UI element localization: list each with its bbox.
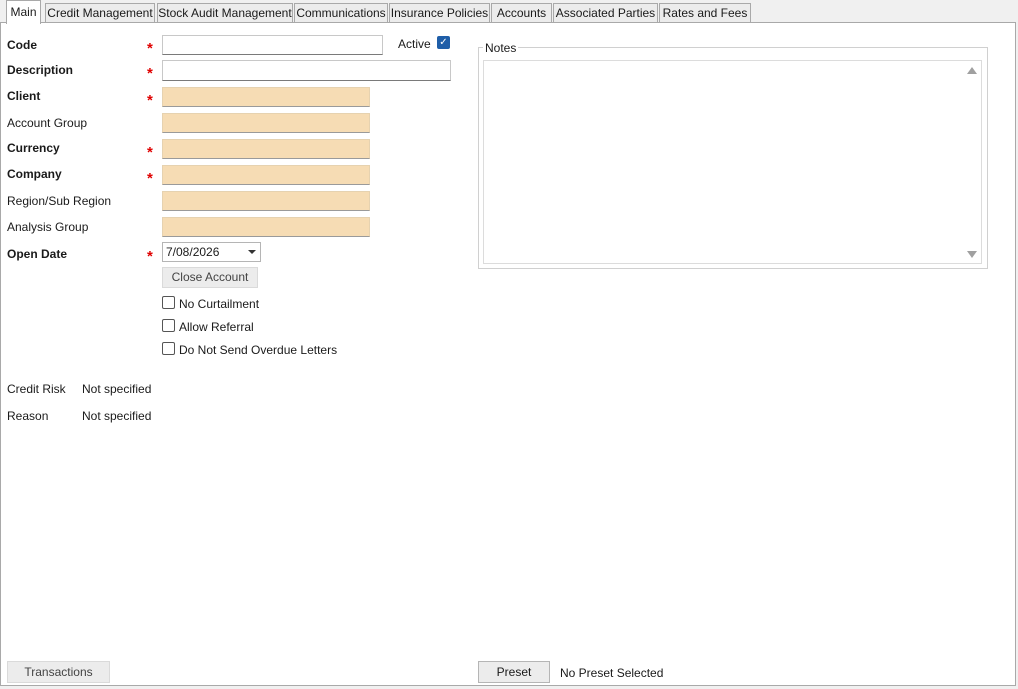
notes-label: Notes — [483, 41, 519, 55]
tab-credit-management[interactable]: Credit Management — [45, 3, 155, 23]
company-lookup[interactable] — [162, 165, 370, 185]
active-label: Active — [398, 37, 431, 51]
open-date-picker[interactable]: 7/08/2026 — [162, 242, 261, 262]
tab-communications[interactable]: Communications — [294, 3, 388, 23]
description-required-marker: * — [147, 65, 153, 82]
open-date-required-marker: * — [147, 248, 153, 265]
analysis-group-label: Analysis Group — [7, 220, 89, 234]
scroll-down-icon[interactable] — [967, 251, 977, 258]
company-label: Company — [7, 167, 62, 181]
code-field[interactable] — [162, 35, 383, 55]
code-required-marker: * — [147, 40, 153, 57]
allow-referral-checkbox[interactable] — [162, 319, 175, 332]
allow-referral-label: Allow Referral — [179, 320, 254, 334]
no-curtailment-label: No Curtailment — [179, 297, 260, 311]
currency-required-marker: * — [147, 144, 153, 161]
code-label: Code — [7, 38, 37, 52]
region-lookup[interactable] — [162, 191, 370, 211]
reason-value: Not specified — [82, 409, 152, 423]
tab-main[interactable]: Main — [6, 0, 41, 24]
chevron-down-icon[interactable] — [248, 250, 256, 254]
analysis-group-lookup[interactable] — [162, 217, 370, 237]
currency-label: Currency — [7, 141, 60, 155]
client-label: Client — [7, 89, 41, 103]
description-label: Description — [7, 63, 74, 77]
currency-lookup[interactable] — [162, 139, 370, 159]
credit-risk-label: Credit Risk — [7, 382, 66, 396]
tab-stock-audit-management[interactable]: Stock Audit Management — [157, 3, 293, 23]
do-not-send-overdue-letters-checkbox[interactable] — [162, 342, 175, 355]
account-group-label: Account Group — [7, 116, 88, 130]
close-account-button[interactable]: Close Account — [162, 267, 258, 288]
client-lookup[interactable] — [162, 87, 370, 107]
reason-label: Reason — [7, 409, 49, 423]
region-label: Region/Sub Region — [7, 194, 112, 208]
client-required-marker: * — [147, 92, 153, 109]
description-field[interactable] — [162, 60, 451, 81]
tab-insurance-policies[interactable]: Insurance Policies — [389, 3, 490, 23]
open-date-label: Open Date — [7, 247, 68, 261]
preset-status: No Preset Selected — [560, 666, 664, 680]
transactions-button[interactable]: Transactions — [7, 661, 110, 683]
tab-associated-parties[interactable]: Associated Parties — [553, 3, 658, 23]
company-required-marker: * — [147, 170, 153, 187]
credit-risk-value: Not specified — [82, 382, 152, 396]
open-date-value: 7/08/2026 — [166, 245, 220, 259]
account-group-lookup[interactable] — [162, 113, 370, 133]
tab-strip: Main Credit Management Stock Audit Manag… — [0, 0, 1018, 24]
no-curtailment-checkbox[interactable] — [162, 296, 175, 309]
do-not-send-overdue-letters-label: Do Not Send Overdue Letters — [179, 343, 338, 357]
tab-accounts[interactable]: Accounts — [491, 3, 552, 23]
notes-textarea[interactable] — [483, 60, 982, 264]
scroll-up-icon[interactable] — [967, 67, 977, 74]
active-checkbox[interactable]: ✓ — [437, 36, 450, 49]
tab-rates-and-fees[interactable]: Rates and Fees — [659, 3, 751, 23]
preset-button[interactable]: Preset — [478, 661, 550, 683]
